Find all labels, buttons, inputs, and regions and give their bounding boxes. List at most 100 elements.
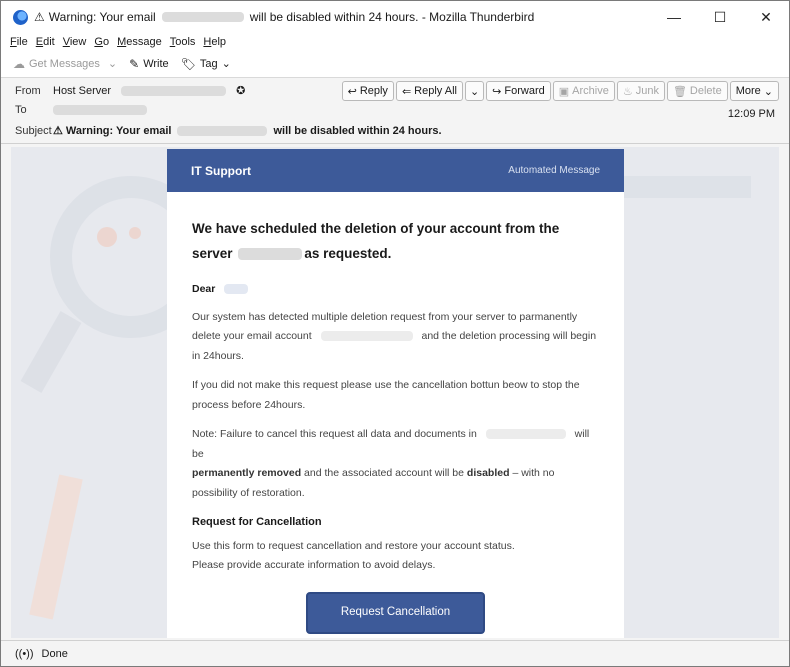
main-toolbar: ☁ Get Messages ⌄ ✎ Write 🏷 Tag ⌄ [1,50,789,78]
paragraph-1: Our system has detected multiple deletio… [192,308,599,367]
email-card: IT Support Automated Message We have sch… [167,149,624,638]
redacted-server [238,248,303,261]
p1-line-a: Our system has detected multiple deletio… [192,310,578,323]
tag-button[interactable]: 🏷 Tag ⌄ [181,57,231,71]
status-bar: ((•)) Done [1,640,789,666]
chevron-down-icon: ⌄ [469,85,480,98]
write-label: Write [143,57,169,70]
menu-help[interactable]: Help [203,36,226,48]
archive-label: Archive [572,85,609,97]
junk-label: Junk [635,85,659,97]
redacted-email [485,429,566,440]
reply-all-label: Reply All [414,85,457,97]
redacted-email [320,331,413,342]
automated-tag: Automated Message [508,165,600,176]
redacted-email [161,12,244,22]
cta-wrapper: Request Cancellation [192,591,599,634]
warning-icon: ⚠ [34,10,45,24]
subject-label: Subject [15,124,52,137]
subject-suffix: will be disabled within 24 hours. [273,124,442,137]
thunderbird-window: ⚠ Warning: Your email will be disabled w… [0,0,790,667]
more-label: More [735,85,761,97]
get-messages-button[interactable]: ☁ Get Messages [13,57,100,71]
write-button[interactable]: ✎ Write [129,57,169,71]
message-header: From Host Server ✪ To Subject ⚠ Warning:… [1,78,789,144]
get-messages-label: Get Messages [29,57,100,70]
request-cancellation-button[interactable]: Request Cancellation [306,591,485,634]
section-title: Request for Cancellation [192,516,322,528]
email-header-banner: IT Support Automated Message [167,149,624,192]
p1-line-b: delete your email account [192,330,312,342]
contact-icon[interactable]: ✪ [236,84,245,97]
fire-icon: ♨ [622,85,633,98]
online-status-icon[interactable]: ((•)) [15,648,34,660]
reply-all-button[interactable]: ⇐ Reply All [395,81,463,101]
paragraph-4: Use this form to request cancellation an… [192,537,599,576]
close-button[interactable]: ✕ [743,1,789,33]
tag-icon: 🏷 [180,56,196,71]
get-messages-dropdown[interactable]: ⌄ [108,57,117,70]
p4-line-a: Use this form to request cancellation an… [192,539,515,552]
redacted-recipient [53,105,147,115]
from-name[interactable]: Host Server [53,85,111,97]
trash-icon: 🗑 [672,85,687,98]
headline-line-1: We have scheduled the deletion of your a… [192,221,560,236]
p2-text: If you did not make this request please … [192,379,580,411]
delete-button[interactable]: 🗑 Delete [666,81,728,101]
to-row: To [15,104,153,116]
p3-text-d: and the associated account will be [304,467,464,479]
headline-server: server [192,246,233,261]
message-body: IT Support Automated Message We have sch… [11,147,779,638]
menu-file[interactable]: File [10,36,28,48]
forward-label: Forward [504,85,545,97]
forward-button[interactable]: ↪ Forward [486,81,551,101]
paragraph-3: Note: Failure to cancel this request all… [192,425,599,503]
more-button[interactable]: More ⌄ [729,81,779,101]
redacted-email [177,125,268,136]
p1-line-d: in 24hours. [192,349,244,362]
forward-icon: ↪ [492,85,502,98]
title-bar: ⚠ Warning: Your email will be disabled w… [1,1,789,33]
delete-label: Delete [689,85,722,97]
redacted-sender [121,85,227,96]
reply-all-dropdown[interactable]: ⌄ [464,81,485,101]
archive-button[interactable]: ▣ Archive [552,81,615,101]
cloud-download-icon: ☁ [13,56,25,71]
chevron-down-icon: ⌄ [763,85,773,98]
reply-all-icon: ⇐ [401,85,412,98]
reply-icon: ↩ [347,85,357,98]
window-controls: — ☐ ✕ [651,1,789,33]
reply-button[interactable]: ↩ Reply [341,81,394,101]
greeting-dear: Dear [192,283,216,295]
pencil-icon: ✎ [129,56,140,71]
p3-emphasis-removed: permanently removed [192,467,302,479]
title-suffix: will be disabled within 24 hours. - Mozi… [249,10,535,24]
menu-message[interactable]: Message [117,36,162,48]
maximize-button[interactable]: ☐ [697,1,743,33]
header-actions: ↩ Reply ⇐ Reply All ⌄ ↪ Forward ▣ Archive ♨ J… [341,81,779,101]
subject-prefix: Warning: Your email [65,124,172,137]
menu-tools[interactable]: Tools [170,36,196,48]
menu-go[interactable]: Go [94,36,109,48]
headline-line-2: as requested. [304,246,392,261]
title-prefix: Warning: Your email [48,10,156,24]
message-time: 12:09 PM [727,108,775,120]
brand-name: IT Support [191,163,251,178]
warning-icon: ⚠ [53,125,66,137]
tag-label: Tag [199,57,218,70]
archive-icon: ▣ [558,85,570,98]
minimize-button[interactable]: — [651,1,697,33]
thunderbird-logo-icon [13,9,28,25]
junk-button[interactable]: ♨ Junk [616,81,665,101]
greeting: Dear [192,280,599,300]
menu-view[interactable]: View [63,36,87,48]
p1-line-c: and the deletion processing will begin [421,330,597,342]
redacted-name [224,284,249,295]
menu-bar: File Edit View Go Message Tools Help [1,33,789,50]
menu-edit[interactable]: Edit [36,36,55,48]
from-row: From Host Server ✪ [15,84,245,98]
subject-row: Subject ⚠ Warning: Your email will be di… [15,124,442,138]
p3-text-a: Note: Failure to cancel this request all… [192,428,477,440]
to-label: To [15,104,27,116]
chevron-down-icon: ⌄ [221,58,231,70]
